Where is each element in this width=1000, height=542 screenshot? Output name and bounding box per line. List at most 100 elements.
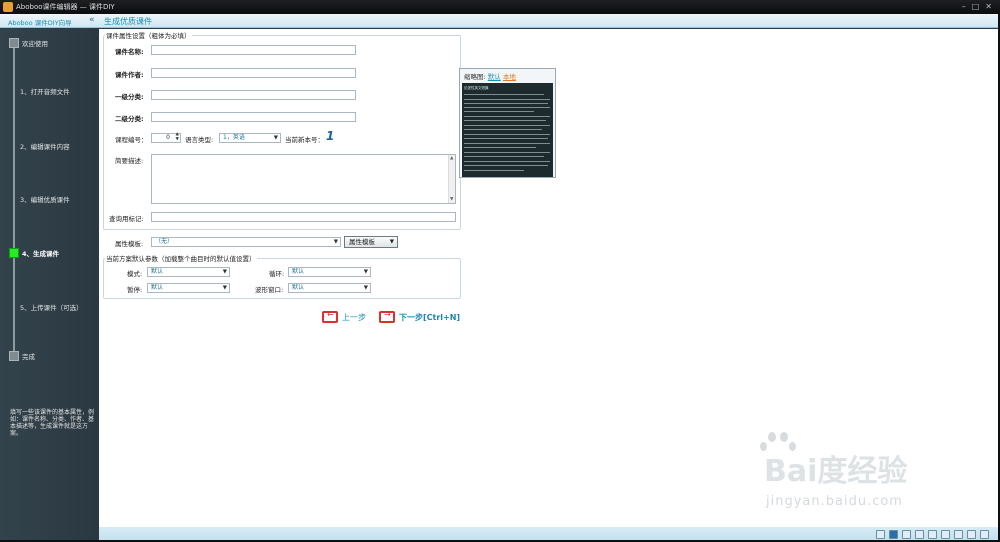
preview-text-line [464,103,548,104]
preview-text-line [464,125,550,126]
thumbnail-header: 缩略图: 默认 本地 [464,71,516,81]
course-number-value: 0 [166,134,170,141]
watermark-url: jingyan.baidu.com [766,494,903,509]
search-tag-input[interactable] [151,212,456,222]
thumbnail-preview-image: 论述性英文短篇 [462,83,553,177]
chevron-down-icon: ▼ [389,239,394,245]
mode-value: 默认 [151,268,164,275]
chevron-down-icon: ▼ [333,239,338,245]
pause-value: 默认 [151,284,164,291]
tray-icon[interactable] [954,529,963,539]
search-tag-label: 查询用标记: [109,215,144,223]
template-select[interactable]: （无） ▼ [151,237,341,247]
pause-select[interactable]: 默认 ▼ [147,283,230,293]
collapse-sidebar-button[interactable]: « [89,15,95,25]
window-title: Aboboo课件编辑器 — 课件DIY [16,3,115,11]
step-label: 4、生成课件 [22,250,60,258]
wizard-header: Aboboo 课件DIY向导 « 生成优质课件 [0,14,1000,28]
step-label: 5、上传课件（可选） [20,304,83,312]
chevron-down-icon: ▼ [273,135,278,141]
chevron-down-icon: ▼ [222,285,227,291]
step-welcome[interactable]: 欢迎使用 [9,38,48,48]
step-label: 1、打开音频文件 [20,88,70,96]
description-scrollbar[interactable]: ▲ ▼ [448,155,455,203]
tray-icon[interactable] [967,529,976,539]
step-help-text: 填写一些该课件的基本属性，例如：课件名称、分类、作者、基本描述等，生成课件就是这… [10,409,95,437]
step-node [9,351,19,361]
wave-window-value: 默认 [292,284,305,291]
watermark-text: Bai度经验 [764,454,908,489]
thumbnail-label: 缩略图: [464,73,486,81]
tray-icon[interactable] [928,529,937,539]
window-controls: – □ ✕ [962,2,992,12]
tray-icon[interactable] [889,529,898,539]
chevron-down-icon: ▼ [363,269,368,275]
tray-icon[interactable] [876,529,885,539]
preview-text-line [464,161,550,162]
status-bar [99,527,998,540]
maximize-icon[interactable]: □ [972,2,980,12]
language-select[interactable]: 1，英语 ▼ [219,133,281,143]
tray-icon[interactable] [915,529,924,539]
chevron-down-icon: ▼ [363,285,368,291]
forward-arrow-icon [379,310,395,323]
template-label: 属性模板: [115,240,144,248]
preview-text-line [464,152,550,153]
next-step-button[interactable]: 下一步[Ctrl+N] [379,310,460,323]
prev-step-button[interactable]: 上一步 [322,310,366,323]
preview-text-line [464,156,544,157]
category2-input[interactable] [151,112,356,122]
preview-text-line [464,94,544,95]
description-textarea[interactable]: ▲ ▼ [151,154,456,204]
scroll-up-icon[interactable]: ▲ [450,156,453,161]
language-label: 语言类型: [185,136,214,144]
thumbnail-local-link[interactable]: 本地 [503,73,516,81]
pause-label: 暂停: [127,286,143,294]
defaults-legend: 当前方案默认参数（加载整个曲目时的默认值设置） [106,255,256,263]
tray-icon[interactable] [980,529,989,539]
course-author-input[interactable] [151,68,356,78]
chevron-down-icon: ▼ [222,269,227,275]
preview-text-line [464,116,550,117]
course-number-spinner[interactable]: 0 ▲ ▼ [151,132,181,143]
step-node [9,38,19,48]
step-finish[interactable]: 完成 [9,351,35,361]
status-tray [876,528,989,540]
preview-text-line [464,120,546,121]
wave-window-label: 波形窗口: [255,286,284,294]
close-icon[interactable]: ✕ [985,2,992,12]
current-step-title: 生成优质课件 [104,17,152,26]
thumbnail-panel: 缩略图: 默认 本地 论述性英文短篇 [459,68,556,178]
scroll-down-icon[interactable]: ▼ [450,197,453,202]
preview-text-line [464,170,524,171]
category1-input[interactable] [151,90,356,100]
step-generate[interactable]: 4、生成课件 [9,248,59,258]
version-number: 1 [326,129,335,143]
preview-title: 论述性英文短篇 [464,86,489,90]
preview-text-line [464,129,542,130]
course-name-input[interactable] [151,45,356,55]
wave-window-select[interactable]: 默认 ▼ [288,283,371,293]
preview-text-line [464,143,550,144]
loop-select[interactable]: 默认 ▼ [288,267,371,277]
step-edit-premium[interactable]: 3、编辑优质课件 [9,194,70,204]
tray-icon[interactable] [902,529,911,539]
template-button[interactable]: 属性模板 ▼ [344,236,398,248]
course-name-label: 课件名称: [115,48,144,56]
category2-label: 二级分类: [115,115,144,123]
template-value: （无） [155,238,174,245]
mode-select[interactable]: 默认 ▼ [147,267,230,277]
preview-text-line [464,165,548,166]
step-upload[interactable]: 5、上传课件（可选） [9,302,83,312]
app-icon [3,2,13,12]
step-edit-content[interactable]: 2、编辑课件内容 [9,141,70,151]
version-label: 当前新本号： [285,136,324,144]
window-titlebar: Aboboo课件编辑器 — 课件DIY – □ ✕ [0,0,1000,14]
loop-label: 循环: [269,270,285,278]
thumbnail-default-link[interactable]: 默认 [488,73,501,81]
tray-icon[interactable] [941,529,950,539]
minimize-icon[interactable]: – [962,2,966,12]
step-open-audio[interactable]: 1、打开音频文件 [9,86,70,96]
preview-text-line [464,138,548,139]
spinner-arrows-icon[interactable]: ▲ ▼ [176,132,179,142]
